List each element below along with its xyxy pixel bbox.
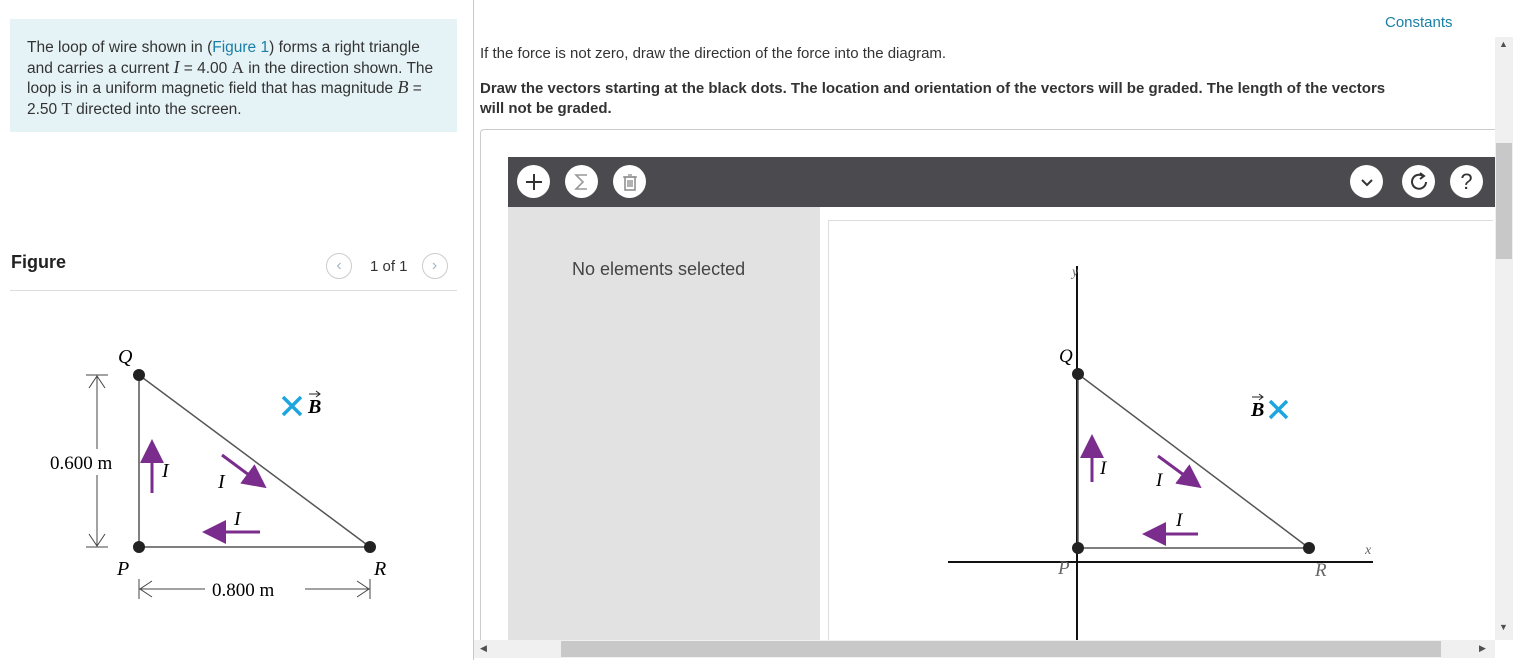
- instruction-bold: Draw the vectors starting at the black d…: [480, 80, 1386, 117]
- point-p: [133, 541, 145, 553]
- current-label: I: [1175, 510, 1184, 531]
- x-axis-label: x: [1364, 543, 1372, 558]
- label-r: R: [373, 558, 386, 580]
- sigma-icon: [573, 173, 587, 190]
- trash-icon: [622, 173, 637, 191]
- field-into-screen-icon: [281, 395, 303, 417]
- plus-icon: [525, 173, 542, 190]
- chevron-down-icon: [1360, 178, 1373, 186]
- options-dropdown-button[interactable]: [1350, 165, 1383, 198]
- anchor-point-q[interactable]: [1072, 368, 1084, 380]
- field-unit: T: [61, 98, 72, 118]
- anchor-point-p[interactable]: [1072, 542, 1084, 554]
- horizontal-scroll-thumb[interactable]: [561, 641, 1441, 657]
- field-into-screen-icon: [1268, 399, 1289, 420]
- width-label: 0.800 m: [212, 580, 275, 601]
- scroll-up-icon[interactable]: ▲: [1499, 39, 1508, 49]
- column-divider: [473, 0, 474, 660]
- figure-pager: ‹ 1 of 1 ›: [326, 253, 448, 279]
- figure-diagram: Q P R 0.600 m 0.800 m I I I B: [48, 346, 386, 601]
- field-symbol: B: [397, 77, 409, 97]
- delete-button[interactable]: [613, 165, 646, 198]
- add-vector-button[interactable]: [517, 165, 550, 198]
- vertical-scrollbar[interactable]: [1495, 37, 1513, 640]
- problem-statement: The loop of wire shown in (Figure 1) for…: [10, 19, 457, 132]
- current-label: I: [161, 460, 170, 482]
- current-label: I: [1155, 470, 1164, 491]
- no-selection-text: No elements selected: [572, 259, 746, 279]
- help-icon: ?: [1460, 168, 1473, 194]
- label-q: Q: [118, 346, 133, 368]
- next-figure-button[interactable]: ›: [421, 253, 448, 279]
- current-label: I: [233, 508, 242, 530]
- triangle-side-qr: [138, 374, 371, 548]
- point-q: [133, 369, 145, 381]
- problem-text: The loop of wire shown in (: [27, 39, 213, 56]
- constants-link[interactable]: Constants: [1385, 14, 1453, 31]
- problem-text: = 4.00: [179, 59, 232, 77]
- height-label: 0.600 m: [50, 453, 113, 474]
- label-r: R: [1314, 560, 1327, 581]
- field-label: B: [1250, 399, 1264, 421]
- scroll-down-icon[interactable]: ▼: [1499, 622, 1508, 632]
- point-r: [364, 541, 376, 553]
- current-unit: A: [231, 57, 244, 77]
- current-label: I: [1099, 458, 1108, 479]
- sum-button[interactable]: [565, 165, 598, 198]
- label-p: P: [116, 558, 129, 580]
- prev-figure-button[interactable]: ‹: [326, 253, 352, 279]
- figure-link[interactable]: Figure 1: [212, 39, 269, 56]
- reset-button[interactable]: [1402, 165, 1435, 198]
- vertical-scroll-thumb[interactable]: [1496, 143, 1512, 259]
- field-label: B: [307, 396, 321, 418]
- instruction-text: If the force is not zero, draw the direc…: [480, 45, 947, 62]
- current-label: I: [217, 471, 226, 493]
- drawing-toolbar: ?: [508, 157, 1495, 207]
- label-q: Q: [1059, 346, 1073, 367]
- reset-icon: [1410, 171, 1427, 190]
- scroll-left-icon[interactable]: ◀: [480, 643, 487, 654]
- y-axis-label: y: [1070, 265, 1079, 280]
- canvas-diagram[interactable]: y x Q P R I I I B: [828, 220, 1492, 640]
- figure-title: Figure: [11, 252, 67, 272]
- problem-text: directed into the screen.: [71, 100, 242, 118]
- help-button[interactable]: ?: [1450, 165, 1483, 198]
- current-arrow-diagonal: [1157, 454, 1202, 489]
- pager-text: 1 of 1: [370, 257, 408, 275]
- triangle-side-qr: [1077, 373, 1310, 549]
- label-p: P: [1057, 558, 1070, 579]
- anchor-point-r[interactable]: [1303, 542, 1315, 554]
- scroll-right-icon[interactable]: ▶: [1479, 643, 1486, 654]
